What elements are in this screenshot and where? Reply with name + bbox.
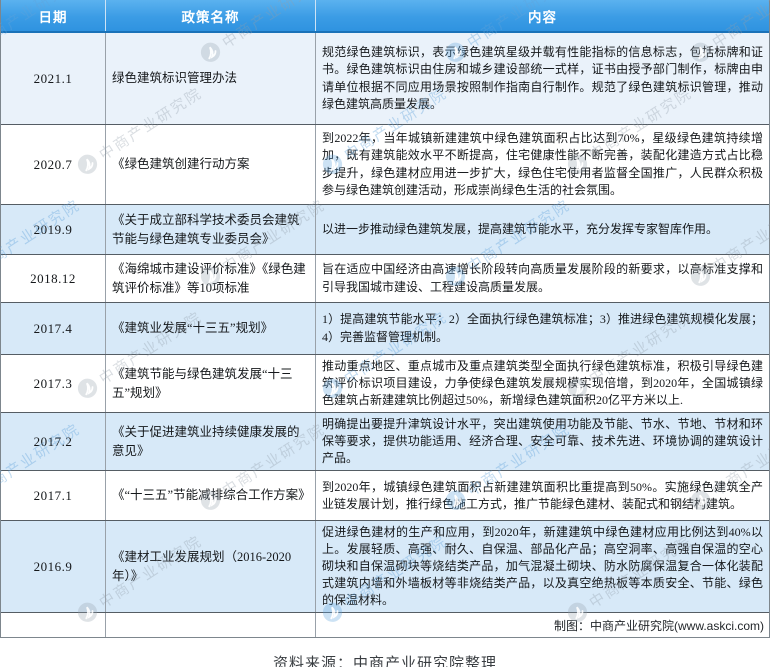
credit-note: 制图：中商产业研究院(www.askci.com): [315, 613, 769, 637]
date-cell: 2016.9: [1, 521, 105, 612]
table-header: 日期 政策名称 内容: [1, 0, 769, 33]
content-cell: 促进绿色建材的生产和应用，到2020年，新建建筑中绿色建材应用比例达到40%以上…: [315, 521, 769, 612]
policy-cell: 《关于成立部科学技术委员会建筑节能与绿色建筑专业委员会》: [105, 205, 315, 254]
date-cell: 2017.3: [1, 355, 105, 412]
content-cell: 到2022年，当年城镇新建建筑中绿色建筑面积占比达到70%，星级绿色建筑持续增加…: [315, 125, 769, 204]
policy-cell: 《“十三五”节能减排综合工作方案》: [105, 471, 315, 520]
content-cell: 到2020年，城镇绿色建筑面积占新建建筑面积比重提高到50%。实施绿色建筑全产业…: [315, 471, 769, 520]
header-cell-content: 内容: [315, 0, 769, 31]
content-text: 推动重点地区、重点城市及重点建筑类型全面执行绿色建筑标准，积极引导绿色建筑评价标…: [322, 358, 763, 409]
content-cell: 推动重点地区、重点城市及重点建筑类型全面执行绿色建筑标准，积极引导绿色建筑评价标…: [315, 355, 769, 412]
header-cell-policy: 政策名称: [105, 0, 315, 31]
date-cell: 2017.1: [1, 471, 105, 520]
policy-cell: [105, 613, 315, 637]
date-cell: 2017.4: [1, 303, 105, 354]
content-text: 以进一步推动绿色建筑发展，提高建筑节能水平，充分发挥专家智库作用。: [322, 221, 763, 238]
policy-cell: 《建筑业发展“十三五”规划》: [105, 303, 315, 354]
policy-cell: 《建材工业发展规划（2016-2020年）》: [105, 521, 315, 612]
content-text: 旨在适应中国经济由高速增长阶段转向高质量发展阶段的新要求，以高标准支撑和引导我国…: [322, 261, 763, 295]
table-row: 2017.2 《关于促进建筑业持续健康发展的意见》 明确提出要提升津筑设计水平，…: [1, 413, 769, 471]
date-cell: 2018.12: [1, 255, 105, 302]
content-text: 明确提出要提升津筑设计水平，突出建筑使用功能及节能、节水、节地、节材和环保等要求…: [322, 416, 763, 467]
header-cell-date: 日期: [1, 0, 105, 31]
table-row: 2017.3 《建筑节能与绿色建筑发展“十三五”规划》 推动重点地区、重点城市及…: [1, 355, 769, 413]
page: 日期 政策名称 内容 2021.1 绿色建筑标识管理办法 规范绿色建筑标识，表示…: [0, 0, 770, 667]
date-cell: [1, 613, 105, 637]
table-row: 2018.12 《海绵城市建设评价标准》《绿色建筑评价标准》等10项标准 旨在适…: [1, 255, 769, 303]
content-cell: 1）提高建筑节能水平；2）全面执行绿色建筑标准；3）推进绿色建筑规模化发展；4）…: [315, 303, 769, 354]
content-text: 规范绿色建筑标识，表示绿色建筑星级并载有性能指标的信息标志，包括标牌和证书。绿色…: [322, 44, 763, 112]
table-row: 2016.9 《建材工业发展规划（2016-2020年）》 促进绿色建材的生产和…: [1, 521, 769, 613]
policy-cell: 《绿色建筑创建行动方案: [105, 125, 315, 204]
table-row: 2019.9 《关于成立部科学技术委员会建筑节能与绿色建筑专业委员会》 以进一步…: [1, 205, 769, 255]
table-row: 2021.1 绿色建筑标识管理办法 规范绿色建筑标识，表示绿色建筑星级并载有性能…: [1, 33, 769, 125]
content-cell: 旨在适应中国经济由高速增长阶段转向高质量发展阶段的新要求，以高标准支撑和引导我国…: [315, 255, 769, 302]
policy-table: 日期 政策名称 内容 2021.1 绿色建筑标识管理办法 规范绿色建筑标识，表示…: [0, 0, 770, 638]
content-text: 到2022年，当年城镇新建建筑中绿色建筑面积占比达到70%，星级绿色建筑持续增加…: [322, 130, 763, 198]
date-cell: 2020.7: [1, 125, 105, 204]
table-row: 2020.7 《绿色建筑创建行动方案 到2022年，当年城镇新建建筑中绿色建筑面…: [1, 125, 769, 205]
policy-cell: 绿色建筑标识管理办法: [105, 33, 315, 124]
policy-cell: 《海绵城市建设评价标准》《绿色建筑评价标准》等10项标准: [105, 255, 315, 302]
content-text: 到2020年，城镇绿色建筑面积占新建建筑面积比重提高到50%。实施绿色建筑全产业…: [322, 479, 763, 513]
date-cell: 2017.2: [1, 413, 105, 470]
policy-cell: 《建筑节能与绿色建筑发展“十三五”规划》: [105, 355, 315, 412]
table-row: 2017.4 《建筑业发展“十三五”规划》 1）提高建筑节能水平；2）全面执行绿…: [1, 303, 769, 355]
content-cell: 以进一步推动绿色建筑发展，提高建筑节能水平，充分发挥专家智库作用。: [315, 205, 769, 254]
credit-row: 制图：中商产业研究院(www.askci.com): [1, 613, 769, 637]
date-cell: 2019.9: [1, 205, 105, 254]
content-text: 促进绿色建材的生产和应用，到2020年，新建建筑中绿色建材应用比例达到40%以上…: [322, 524, 763, 609]
content-text: 1）提高建筑节能水平；2）全面执行绿色建筑标准；3）推进绿色建筑规模化发展；4）…: [322, 311, 763, 345]
content-cell: 明确提出要提升津筑设计水平，突出建筑使用功能及节能、节水、节地、节材和环保等要求…: [315, 413, 769, 470]
date-cell: 2021.1: [1, 33, 105, 124]
policy-cell: 《关于促进建筑业持续健康发展的意见》: [105, 413, 315, 470]
table-row: 2017.1 《“十三五”节能减排综合工作方案》 到2020年，城镇绿色建筑面积…: [1, 471, 769, 521]
content-cell: 规范绿色建筑标识，表示绿色建筑星级并载有性能指标的信息标志，包括标牌和证书。绿色…: [315, 33, 769, 124]
source-note: 资料来源：中商产业研究院整理: [0, 652, 770, 667]
